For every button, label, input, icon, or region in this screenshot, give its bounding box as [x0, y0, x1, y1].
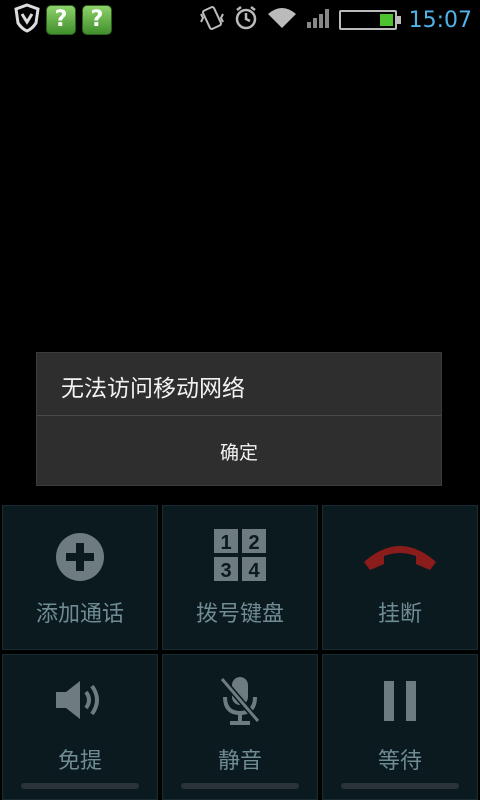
dialpad-button[interactable]: 1 2 3 4 拨号键盘: [162, 505, 318, 650]
shield-icon: [14, 3, 40, 37]
hangup-icon: [360, 536, 440, 580]
speaker-label: 免提: [57, 749, 102, 774]
mute-mic-icon: [218, 675, 262, 731]
speaker-icon: [52, 677, 108, 727]
svg-text:4: 4: [248, 560, 260, 582]
svg-text:3: 3: [220, 560, 231, 582]
call-controls: 添加通话 1 2 3 4 拨号键盘 挂断 免提 静音 等待: [0, 505, 480, 800]
add-call-icon: [54, 531, 106, 587]
hold-label: 等待: [377, 749, 422, 774]
error-dialog: 无法访问移动网络 确定: [36, 352, 442, 486]
signal-icon: [305, 6, 331, 34]
hold-button[interactable]: 等待: [322, 654, 478, 800]
add-call-button[interactable]: 添加通话: [2, 505, 158, 650]
status-bar: ? ? 15:07: [0, 0, 480, 38]
alarm-icon: [233, 4, 259, 36]
vibrate-icon: [199, 4, 225, 36]
battery-level: [379, 14, 393, 26]
svg-text:2: 2: [248, 532, 259, 554]
status-time: 15:07: [408, 7, 472, 33]
hangup-label: 挂断: [377, 602, 422, 627]
wifi-icon: [267, 6, 297, 34]
mute-label: 静音: [217, 749, 262, 774]
dialpad-label: 拨号键盘: [195, 602, 284, 627]
dialog-message: 无法访问移动网络: [61, 376, 245, 402]
question-app-icon: ?: [46, 5, 76, 35]
question-app-icon: ?: [82, 5, 112, 35]
mute-toggle-indicator: [181, 783, 299, 789]
hangup-button[interactable]: 挂断: [322, 505, 478, 650]
battery-icon: [338, 10, 401, 30]
mute-button[interactable]: 静音: [162, 654, 318, 800]
dialpad-icon: 1 2 3 4: [213, 528, 267, 586]
speaker-toggle-indicator: [21, 783, 139, 789]
status-bar-left: ? ?: [14, 3, 112, 37]
pause-icon: [380, 679, 420, 727]
hold-toggle-indicator: [341, 783, 459, 789]
speaker-button[interactable]: 免提: [2, 654, 158, 800]
confirm-button[interactable]: 确定: [37, 416, 441, 486]
svg-text:1: 1: [220, 532, 231, 554]
status-bar-right: 15:07: [199, 4, 472, 36]
add-call-label: 添加通话: [35, 602, 124, 627]
